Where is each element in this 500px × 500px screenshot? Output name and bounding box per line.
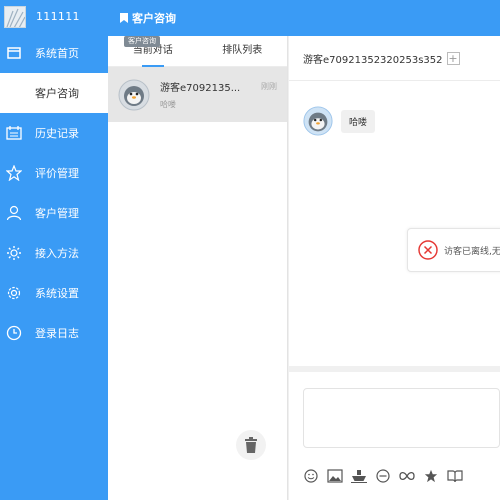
conversation-preview: 哈喽 bbox=[160, 100, 176, 109]
sidebar: 111111 系统首页 客户咨询 历史记录 评价管理 客户管理 接入方法 系统设… bbox=[0, 0, 108, 500]
sidebar-item-home[interactable]: 系统首页 bbox=[0, 33, 108, 73]
username: 111111 bbox=[36, 10, 80, 23]
message-input[interactable] bbox=[303, 388, 500, 448]
tooltip: 客户咨询 bbox=[124, 36, 160, 47]
sidebar-item-settings[interactable]: 系统设置 bbox=[0, 273, 108, 313]
conversation-item[interactable]: 游客e7092135... 哈喽 刚刚 bbox=[108, 67, 287, 122]
visitor-id: 游客e70921352320253s352 bbox=[303, 54, 443, 66]
conversation-list-panel: 当前对话 排队列表 游客e7092135... 哈喽 刚刚 bbox=[108, 36, 288, 500]
conversation-text: 游客e7092135... 哈喽 bbox=[160, 79, 240, 110]
topbar: 客户咨询 bbox=[108, 0, 500, 36]
sidebar-item-access[interactable]: 接入方法 bbox=[0, 233, 108, 273]
calendar-icon bbox=[5, 124, 23, 142]
conversation-name: 游客e7092135... bbox=[160, 83, 241, 94]
message: 哈喽 bbox=[303, 106, 376, 136]
user-avatar[interactable] bbox=[4, 5, 26, 28]
gear-icon bbox=[5, 244, 23, 262]
image-icon[interactable] bbox=[327, 468, 343, 484]
trash-icon bbox=[245, 437, 257, 453]
sidebar-item-login-log[interactable]: 登录日志 bbox=[0, 313, 108, 353]
chat-header: 游客e70921352320253s352 + bbox=[289, 36, 500, 81]
notice-text: 访客已离线,无 bbox=[444, 246, 500, 257]
cog-icon bbox=[5, 284, 23, 302]
sidebar-item-consult[interactable]: 客户咨询 bbox=[0, 73, 108, 113]
sidebar-item-rating[interactable]: 评价管理 bbox=[0, 153, 108, 193]
sidebar-menu: 系统首页 客户咨询 历史记录 评价管理 客户管理 接入方法 系统设置 登录日志 bbox=[0, 33, 108, 353]
star-icon bbox=[5, 164, 23, 182]
user-icon bbox=[5, 204, 23, 222]
minus-circle-icon[interactable] bbox=[375, 468, 391, 484]
visitor-avatar bbox=[303, 106, 333, 136]
delete-button[interactable] bbox=[236, 430, 266, 460]
emoji-icon[interactable] bbox=[303, 468, 319, 484]
page-title: 客户咨询 bbox=[132, 12, 176, 25]
add-icon[interactable]: + bbox=[446, 51, 460, 65]
sidebar-item-customers[interactable]: 客户管理 bbox=[0, 193, 108, 233]
conversation-time: 刚刚 bbox=[261, 82, 277, 91]
ship-icon[interactable] bbox=[351, 468, 367, 484]
link-icon[interactable] bbox=[399, 468, 415, 484]
brand: 111111 bbox=[0, 0, 108, 33]
tab-queue[interactable]: 排队列表 bbox=[198, 36, 288, 66]
star-icon[interactable] bbox=[423, 468, 439, 484]
input-toolbar bbox=[303, 468, 471, 484]
error-icon bbox=[418, 240, 438, 260]
input-panel bbox=[289, 372, 500, 500]
chat-panel: 游客e70921352320253s352 + 哈喽 访客已离线,无 bbox=[289, 36, 500, 366]
clock-icon bbox=[5, 324, 23, 342]
book-icon[interactable] bbox=[447, 468, 463, 484]
home-icon bbox=[5, 44, 23, 62]
sidebar-item-history[interactable]: 历史记录 bbox=[0, 113, 108, 153]
bookmark-icon bbox=[120, 13, 128, 23]
visitor-avatar bbox=[118, 79, 150, 110]
message-bubble: 哈喽 bbox=[341, 109, 376, 133]
offline-notice: 访客已离线,无 bbox=[407, 228, 500, 272]
